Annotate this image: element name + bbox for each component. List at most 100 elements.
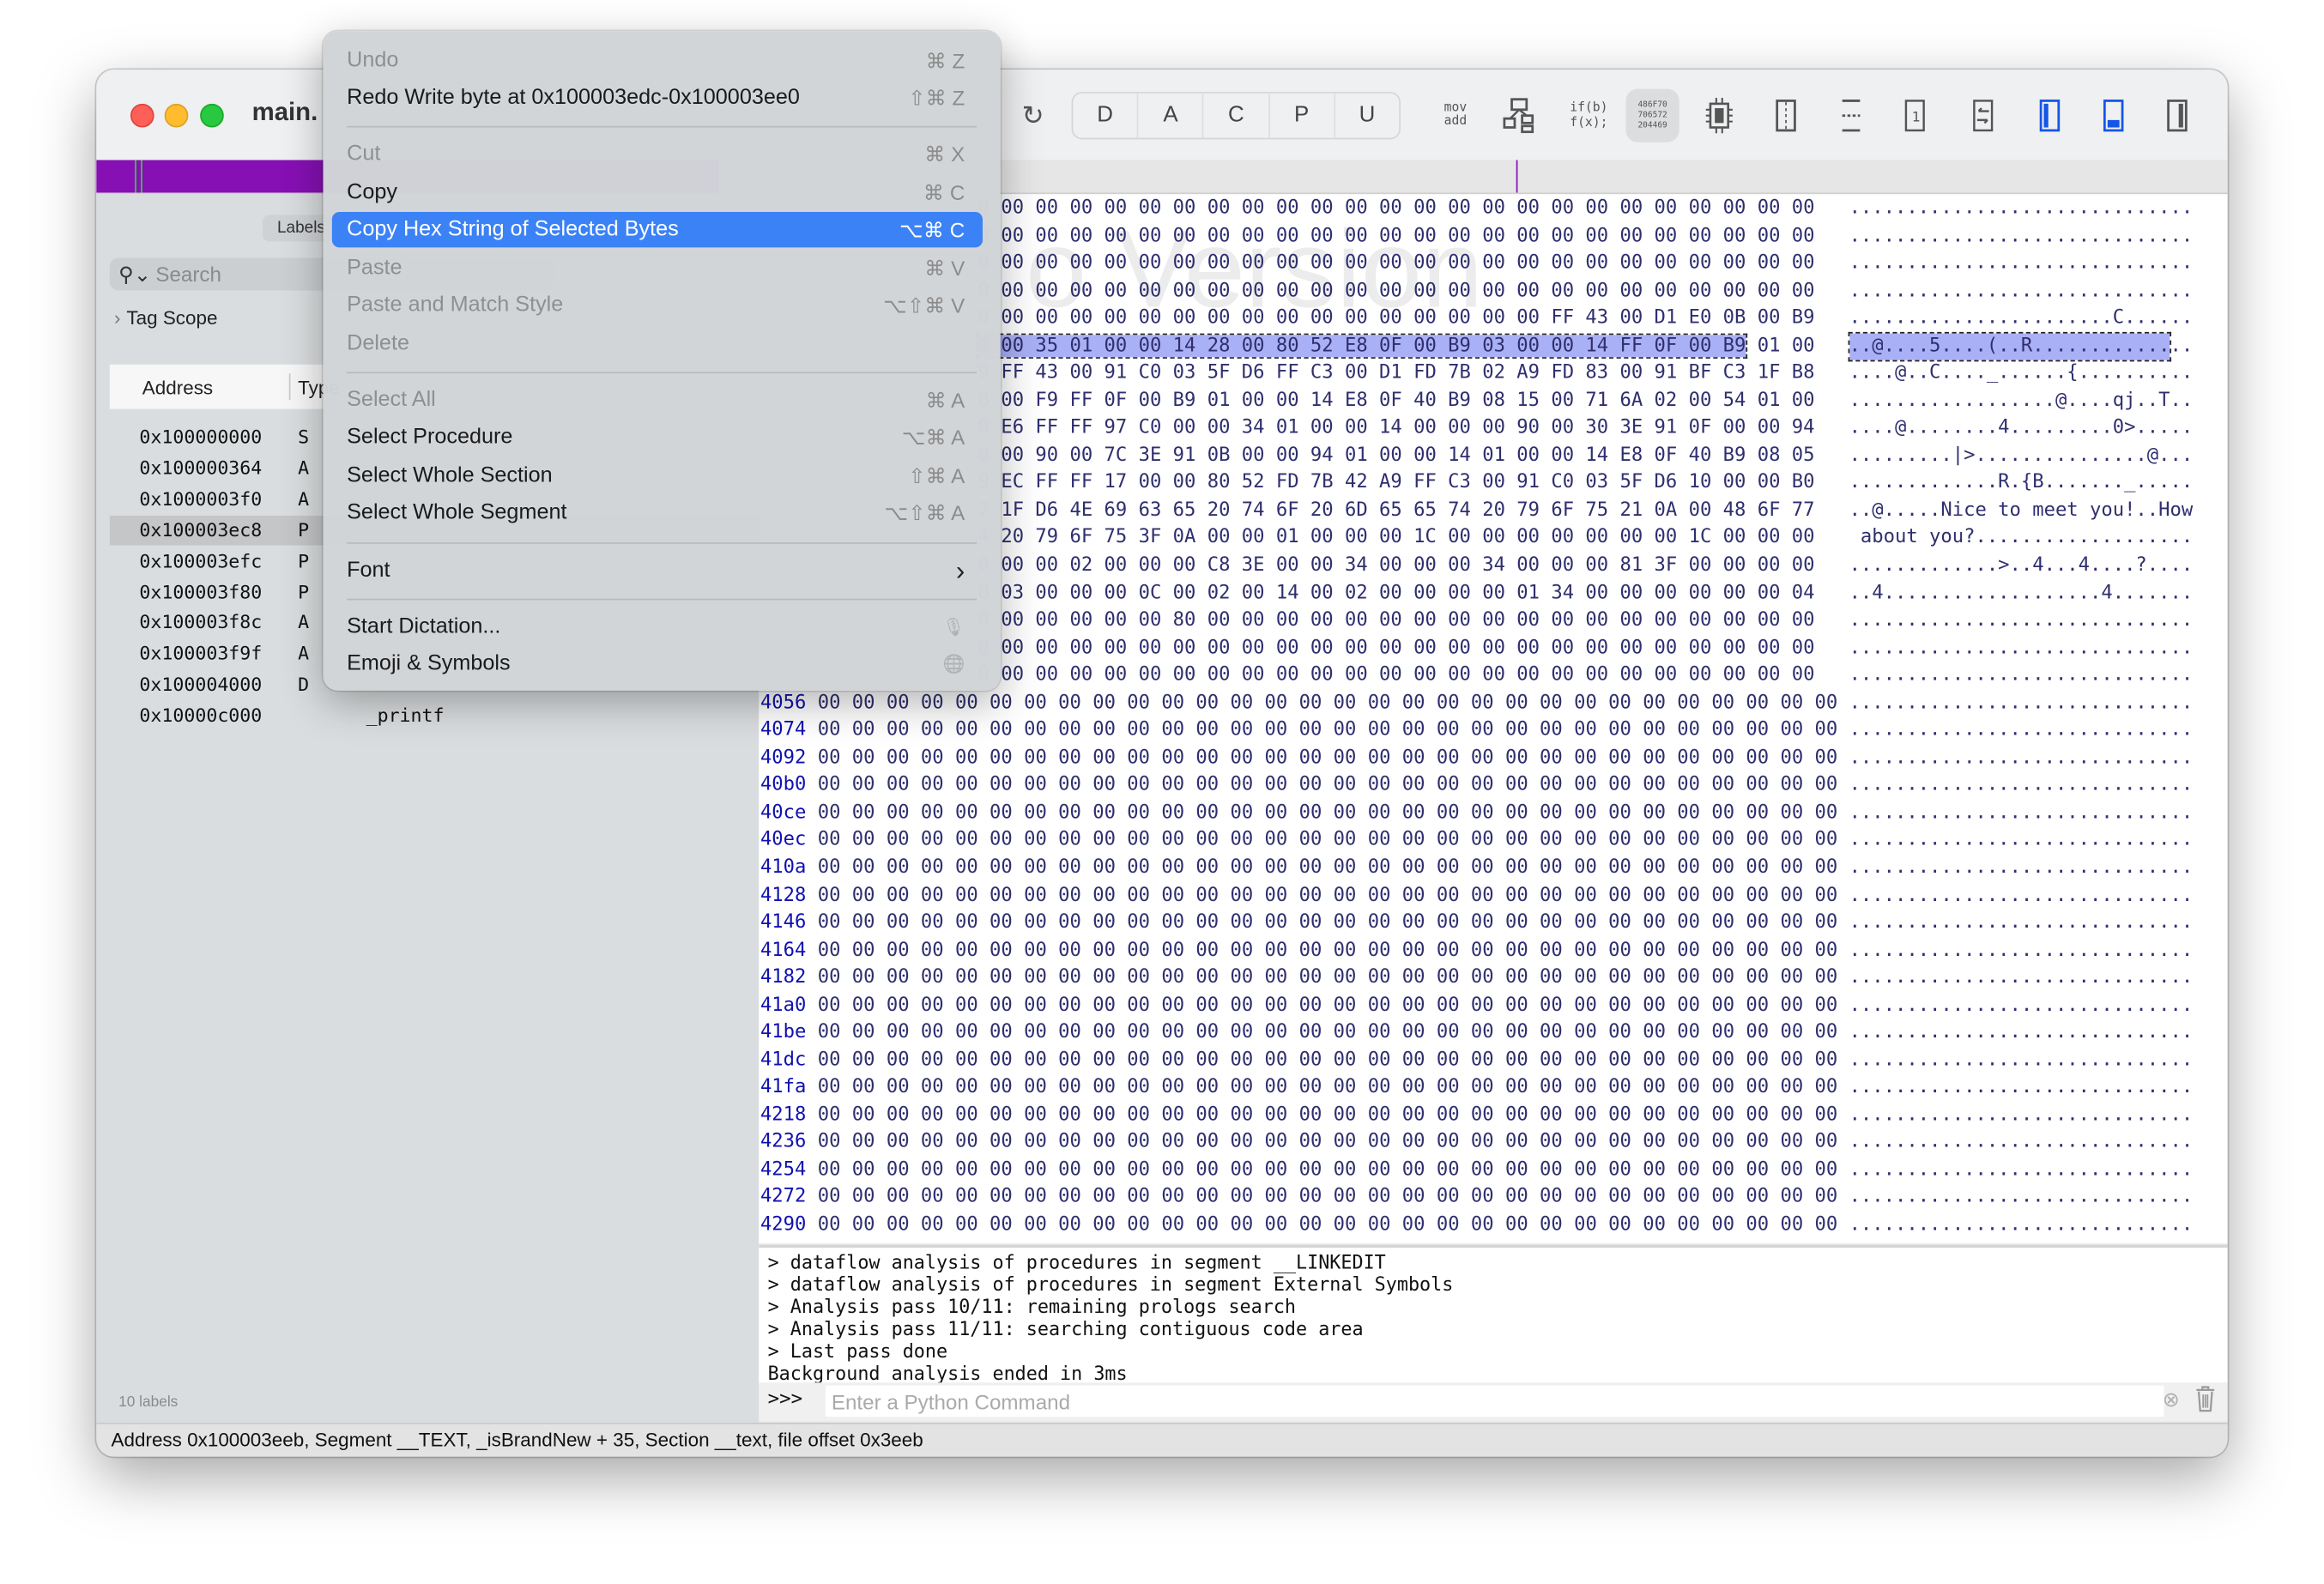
hex-ascii[interactable]: .............................. [1849,1186,2194,1208]
menu-item-select-whole-section[interactable]: Select Whole Section ⇧⌘ A [332,458,983,493]
hex-bytes[interactable]: 00 00 00 00 00 00 00 00 00 00 00 00 00 0… [818,1048,1849,1074]
hex-row[interactable]: 41a0 00 00 00 00 00 00 00 00 00 00 00 00 … [760,992,2193,1019]
menu-item-select-all[interactable]: Select All ⌘ A [332,383,983,418]
hex-ascii-column[interactable]: ..@....5....(..R.............. [1847,331,2194,361]
hex-ascii[interactable]: .............................. [1849,719,2194,741]
hex-bytes[interactable]: 00 00 00 00 00 00 00 00 00 00 00 00 00 0… [818,1158,1849,1184]
hex-row[interactable]: 40ec 00 00 00 00 00 00 00 00 00 00 00 00 … [760,827,2193,854]
segment-code-button[interactable]: C [1204,93,1270,138]
hex-ascii[interactable]: .............................. [1849,1131,2194,1153]
hex-ascii-column[interactable]: .............................. [1849,1158,2194,1184]
hex-ascii-column[interactable]: ..4...................4....... [1849,580,2194,607]
hex-row[interactable]: 4272 00 00 00 00 00 00 00 00 00 00 00 00 … [760,1185,2193,1212]
hex-ascii-column[interactable]: ..................@....qj..T.. [1849,388,2194,414]
hex-row[interactable]: 4254 00 00 00 00 00 00 00 00 00 00 00 00 … [760,1158,2193,1184]
menu-item-delete[interactable]: Delete [332,326,983,361]
control-flow-graph-icon[interactable] [1501,92,1536,139]
hex-ascii-column[interactable]: .............................. [1849,717,2194,744]
split-vertical-icon[interactable] [1768,92,1803,139]
clear-icon[interactable]: ⊗ [2163,1387,2180,1412]
right-sidebar-icon[interactable] [2159,92,2194,139]
hex-bytes[interactable]: 00 00 00 00 00 00 00 00 00 00 00 00 00 0… [818,690,1849,716]
hex-row[interactable]: 4146 00 00 00 00 00 00 00 00 00 00 00 00 … [760,910,2193,936]
hex-bytes[interactable]: 00 00 00 00 00 00 00 00 00 00 00 00 00 0… [818,910,1849,936]
hex-ascii[interactable]: ....@..C...._......{.......... [1849,362,2194,384]
hex-ascii[interactable]: .............................. [1849,966,2194,988]
hex-ascii[interactable]: ..................@....qj..T.. [1849,390,2194,412]
hex-bytes[interactable]: 00 00 00 00 00 00 00 00 00 00 00 00 00 0… [818,1212,1849,1239]
hex-ascii-column[interactable]: .............................. [1849,278,2194,305]
hex-ascii[interactable]: .............................. [1849,664,2194,686]
hex-bytes[interactable]: 00 00 00 00 00 00 00 00 00 00 00 00 00 0… [818,1103,1849,1129]
hex-ascii-column[interactable]: .............................. [1849,772,2194,799]
hex-row[interactable]: 40b0 00 00 00 00 00 00 00 00 00 00 00 00 … [760,772,2193,799]
hex-ascii-column[interactable]: .............................. [1849,1130,2194,1157]
split-horizontal-icon[interactable] [1833,92,1868,139]
hex-ascii[interactable]: .............................. [1849,1021,2194,1043]
hex-ascii[interactable]: .............................. [1849,1049,2194,1071]
hex-ascii[interactable]: ..@....5....(..R.............. [1849,335,2194,357]
hex-ascii[interactable]: .............................. [1849,884,2194,906]
hex-row[interactable]: 41be 00 00 00 00 00 00 00 00 00 00 00 00 … [760,1019,2193,1046]
hex-ascii-column[interactable]: .............................. [1849,690,2194,716]
hex-row[interactable]: 4056 00 00 00 00 00 00 00 00 00 00 00 00 … [760,690,2193,716]
hex-ascii-column[interactable]: .............................. [1849,1048,2194,1074]
hex-ascii-column[interactable]: ....@........4.........0>..... [1849,415,2194,442]
hex-ascii[interactable]: .............................. [1849,692,2194,714]
hex-view-button[interactable]: 486F70 706572 204469 [1625,88,1679,142]
hex-ascii[interactable]: .........|>...............@... [1849,444,2194,467]
single-view-icon[interactable]: 1 [1897,92,1933,139]
trash-icon[interactable] [2194,1384,2218,1421]
hex-ascii[interactable]: .............................. [1849,801,2194,824]
hex-ascii-column[interactable]: .............................. [1849,882,2194,909]
hex-bytes[interactable]: 00 00 00 00 00 00 00 00 00 00 00 00 00 0… [818,882,1849,909]
hex-row[interactable]: 41fa 00 00 00 00 00 00 00 00 00 00 00 00 … [760,1075,2193,1102]
menu-item-paste[interactable]: Paste ⌘ V [332,251,983,286]
hex-ascii[interactable]: .............................. [1849,197,2194,220]
hex-row[interactable]: 4182 00 00 00 00 00 00 00 00 00 00 00 00 … [760,964,2193,991]
swap-icon[interactable] [1965,92,2000,139]
hex-ascii-column[interactable]: .............................. [1849,1103,2194,1129]
hex-row[interactable]: 4092 00 00 00 00 00 00 00 00 00 00 00 00 … [760,745,2193,771]
segment-undefined-button[interactable]: U [1335,94,1400,138]
hex-row[interactable]: 4164 00 00 00 00 00 00 00 00 00 00 00 00 … [760,937,2193,964]
menu-item-undo[interactable]: Undo ⌘ Z [332,43,983,78]
hex-ascii-column[interactable]: .............................. [1849,1075,2194,1102]
hex-ascii-column[interactable]: .............................. [1849,223,2194,250]
selected-bytes[interactable]: 0 00 35 01 00 00 14 28 00 80 52 E8 0F 00… [976,333,1748,359]
hex-ascii[interactable]: .............................. [1849,939,2194,961]
hex-ascii[interactable]: ..@.....Nice to meet you!..How [1849,499,2194,522]
python-command-input[interactable] [825,1385,2164,1418]
hex-ascii[interactable]: .............................. [1849,1158,2194,1181]
hex-bytes[interactable]: 00 00 00 00 00 00 00 00 00 00 00 00 00 0… [818,1019,1849,1046]
hex-bytes[interactable]: 00 00 00 00 00 00 00 00 00 00 00 00 00 0… [818,745,1849,771]
hex-ascii[interactable]: .............>..4...4....?.... [1849,554,2194,577]
menu-item-paste-and-match-style[interactable]: Paste and Match Style ⌥⇧⌘ V [332,287,983,323]
hex-ascii-column[interactable]: .........|>...............@... [1849,443,2194,469]
column-address[interactable]: Address [142,377,213,399]
segment-ascii-button[interactable]: A [1139,93,1205,138]
hex-bytes[interactable]: 00 00 00 00 00 00 00 00 00 00 00 00 00 0… [818,1075,1849,1102]
hex-ascii[interactable]: .............................. [1849,747,2194,769]
hex-ascii[interactable]: .............................. [1849,252,2194,275]
menu-item-cut[interactable]: Cut ⌘ X [332,136,983,172]
hex-bytes[interactable]: 00 00 00 00 00 00 00 00 00 00 00 00 00 0… [818,855,1849,881]
hex-row[interactable]: 40ce 00 00 00 00 00 00 00 00 00 00 00 00 … [760,800,2193,826]
hex-ascii-column[interactable]: .............................. [1849,937,2194,964]
segment-procedure-button[interactable]: P [1269,93,1335,138]
hex-ascii-column[interactable]: .............................. [1849,964,2194,991]
bottom-panel-icon[interactable] [2096,92,2131,139]
hex-ascii-column[interactable]: .............................. [1849,608,2194,634]
hex-row[interactable]: 4074 00 00 00 00 00 00 00 00 00 00 00 00 … [760,717,2193,744]
hex-ascii-column[interactable]: .............................. [1849,745,2194,771]
segment-data-button[interactable]: D [1073,93,1139,138]
hex-ascii-column[interactable]: .............................. [1849,662,2194,689]
menu-item-redo-write-byte-at-0x100003edc-0x100003ee0[interactable]: Redo Write byte at 0x100003edc-0x100003e… [332,80,983,115]
hex-ascii[interactable]: .............................. [1849,1076,2194,1098]
hex-ascii[interactable]: .............R.{B......._..... [1849,472,2194,494]
hex-ascii-column[interactable]: .............>..4...4....?.... [1849,553,2194,579]
hex-ascii[interactable]: .............................. [1849,774,2194,796]
menu-item-emoji-symbols[interactable]: Emoji & Symbols 🌐 [332,646,983,681]
tag-scope-disclosure[interactable]: › Tag Scope [114,306,218,329]
hex-ascii[interactable]: .............................. [1849,1103,2194,1126]
